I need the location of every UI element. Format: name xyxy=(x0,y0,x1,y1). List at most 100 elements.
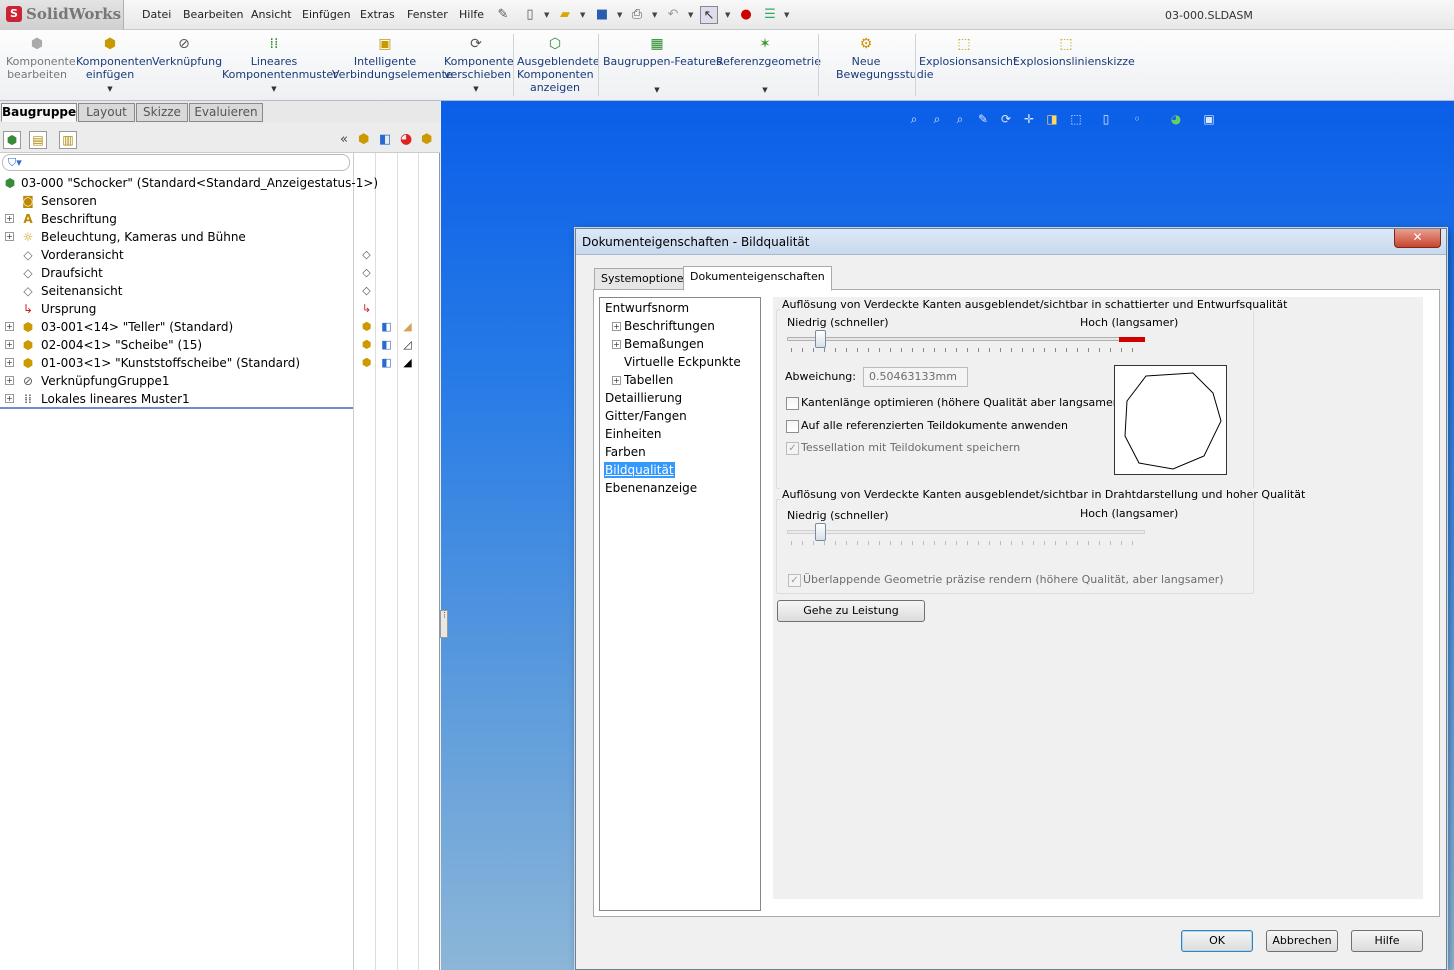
options-icon[interactable]: ☰ xyxy=(761,6,779,24)
nav-item-detaillierung[interactable]: Detaillierung xyxy=(605,390,682,406)
mate-button[interactable]: ⊘ Verknüpfung xyxy=(152,34,222,68)
display-mode-icon[interactable]: ◧ xyxy=(379,337,394,352)
origin-visibility-icon[interactable]: ↳ xyxy=(359,301,374,316)
plane-visibility-icon[interactable]: ◇ xyxy=(359,265,374,280)
menu-hilfe[interactable]: Hilfe xyxy=(459,8,484,21)
show-hidden-components-button[interactable]: ⬡ Ausgeblendete Komponenten anzeigen xyxy=(517,34,600,94)
expand-icon[interactable]: + xyxy=(5,322,14,331)
expand-icon[interactable]: + xyxy=(612,322,621,331)
edit-component-button[interactable]: ⬢ Komponente bearbeiten xyxy=(6,34,76,81)
chevron-down-icon[interactable]: ▼ xyxy=(222,83,326,96)
display-pane-transparency-icon[interactable]: ⬢ xyxy=(421,132,432,147)
solidworks-logo[interactable]: S SolidWorks xyxy=(0,0,124,30)
feature-manager-tab-icon[interactable]: ⬢ xyxy=(3,131,21,149)
section-view-icon[interactable]: ◨ xyxy=(1044,111,1060,127)
display-pane-component-icon[interactable]: ⬢ xyxy=(358,132,369,147)
display-pane-appearance-icon[interactable]: ◕ xyxy=(400,131,412,147)
appearance-swatch-icon[interactable]: ◿ xyxy=(400,337,415,352)
dialog-title-bar[interactable]: Dokumenteigenschaften - Bildqualität xyxy=(576,229,1446,255)
undo-icon[interactable]: ↶ xyxy=(664,6,682,24)
expand-icon[interactable]: + xyxy=(5,376,14,385)
shaded-quality-slider[interactable] xyxy=(814,330,826,348)
assembly-features-button[interactable]: ▦ Baugruppen-Features ▼ xyxy=(603,34,722,97)
collapse-panel-icon[interactable]: « xyxy=(340,132,348,147)
property-manager-tab-icon[interactable]: ▤ xyxy=(29,131,47,149)
print-icon[interactable]: ⎙ xyxy=(628,6,646,24)
chevron-down-icon[interactable]: ▼ xyxy=(444,83,508,96)
display-mode-icon[interactable]: ◧ xyxy=(379,355,394,370)
chevron-down-icon[interactable]: ▼ xyxy=(603,84,711,97)
select-cursor-icon[interactable]: ↖ xyxy=(700,6,718,24)
deviation-input[interactable]: 0.50463133mm xyxy=(863,367,968,387)
tab-layout[interactable]: Layout xyxy=(78,103,135,122)
tab-system-options[interactable]: Systemoptionen xyxy=(594,268,698,290)
chevron-down-icon[interactable]: ▼ xyxy=(617,11,622,19)
appearance-swatch-icon[interactable]: ◢ xyxy=(400,355,415,370)
explode-line-sketch-button[interactable]: ⬚ Explosionslinienskizze xyxy=(1013,34,1135,68)
insert-components-button[interactable]: ⬢ Komponenten einfügen ▼ xyxy=(76,34,153,96)
new-document-icon[interactable]: ▯ xyxy=(521,6,539,24)
view-orientation-icon[interactable]: ⬚ xyxy=(1068,111,1084,127)
plane-visibility-icon[interactable]: ◇ xyxy=(359,283,374,298)
display-pane-display-mode-icon[interactable]: ◧ xyxy=(379,132,391,147)
goto-performance-button[interactable]: Gehe zu Leistung xyxy=(777,600,925,622)
menu-einfuegen[interactable]: Einfügen xyxy=(302,8,351,21)
display-pane-divider[interactable] xyxy=(353,153,354,970)
nav-item-ebenenanzeige[interactable]: Ebenenanzeige xyxy=(605,480,697,496)
nav-item-farben[interactable]: Farben xyxy=(605,444,646,460)
appearance-swatch-icon[interactable]: ◢ xyxy=(400,319,415,334)
chevron-down-icon[interactable]: ▼ xyxy=(725,11,730,19)
nav-item-einheiten[interactable]: Einheiten xyxy=(605,426,662,442)
chevron-down-icon[interactable]: ▼ xyxy=(784,11,789,19)
tab-evaluieren[interactable]: Evaluieren xyxy=(189,103,263,122)
chevron-down-icon[interactable]: ▼ xyxy=(652,11,657,19)
wireframe-slider-track[interactable] xyxy=(787,530,1145,534)
smart-fasteners-button[interactable]: ▣ Intelligente Verbindungselemente xyxy=(332,34,453,81)
save-icon[interactable]: ■ xyxy=(593,6,611,24)
save-tessellation-checkbox[interactable]: ✓ xyxy=(786,442,799,455)
expand-icon[interactable]: + xyxy=(612,376,621,385)
exploded-view-button[interactable]: ⬚ Explosionsansicht xyxy=(919,34,1017,68)
linear-pattern-button[interactable]: ⁞⁞ Lineares Komponentenmuster ▼ xyxy=(222,34,338,96)
tab-skizze[interactable]: Skizze xyxy=(136,103,188,122)
nav-item-virtuelle-eckpunkte[interactable]: Virtuelle Eckpunkte xyxy=(624,354,741,370)
apply-all-checkbox[interactable] xyxy=(786,420,799,433)
open-folder-icon[interactable]: ▰ xyxy=(556,6,574,24)
nav-item-bildqualitaet[interactable]: Bildqualität xyxy=(604,462,675,478)
menu-fenster[interactable]: Fenster xyxy=(407,8,448,21)
tab-baugruppe[interactable]: Baugruppe xyxy=(1,103,77,122)
nav-item-entwurfsnorm[interactable]: Entwurfsnorm xyxy=(605,300,689,316)
reference-geometry-button[interactable]: ✶ Referenzgeometrie ▼ xyxy=(716,34,821,97)
component-visibility-icon[interactable]: ⬢ xyxy=(359,355,374,370)
hide-show-items-icon[interactable]: ◦ xyxy=(1129,111,1145,127)
display-style-icon[interactable]: ▯ xyxy=(1098,111,1114,127)
expand-icon[interactable]: + xyxy=(5,358,14,367)
nav-item-gitter-fangen[interactable]: Gitter/Fangen xyxy=(605,408,687,424)
chevron-down-icon[interactable]: ▼ xyxy=(688,11,693,19)
view-settings-icon[interactable]: ▣ xyxy=(1201,111,1217,127)
feature-tree-filter[interactable]: ⛉▾ xyxy=(2,154,350,171)
move-component-button[interactable]: ⟳ Komponente verschieben ▼ xyxy=(444,34,514,96)
chevron-down-icon[interactable]: ▼ xyxy=(716,84,814,97)
expand-icon[interactable]: + xyxy=(5,340,14,349)
overlap-geometry-checkbox[interactable]: ✓ xyxy=(788,574,801,587)
zoom-in-out-icon[interactable]: ⌕ xyxy=(952,111,968,127)
menu-bearbeiten[interactable]: Bearbeiten xyxy=(183,8,243,21)
dialog-close-button[interactable]: ✕ xyxy=(1394,229,1441,248)
menu-datei[interactable]: Datei xyxy=(142,8,171,21)
expand-icon[interactable]: + xyxy=(5,394,14,403)
rebuild-traffic-light-icon[interactable]: ● xyxy=(737,6,755,24)
shaded-slider-track[interactable] xyxy=(787,337,1145,341)
edit-appearance-icon[interactable]: ◕ xyxy=(1168,111,1184,127)
zoom-to-fit-icon[interactable]: ⌕ xyxy=(906,111,922,127)
expand-icon[interactable]: + xyxy=(5,232,14,241)
component-visibility-icon[interactable]: ⬢ xyxy=(359,319,374,334)
wireframe-quality-slider[interactable] xyxy=(814,523,826,541)
chevron-down-icon[interactable]: ▼ xyxy=(580,11,585,19)
new-motion-study-button[interactable]: ⚙ Neue Bewegungsstudie xyxy=(822,34,934,81)
help-button[interactable]: Hilfe xyxy=(1351,930,1423,952)
pan-icon[interactable]: ✛ xyxy=(1021,111,1037,127)
pin-icon[interactable]: ✎ xyxy=(494,6,512,24)
tab-document-properties[interactable]: Dokumenteigenschaften xyxy=(683,266,832,291)
component-visibility-icon[interactable]: ⬢ xyxy=(359,337,374,352)
